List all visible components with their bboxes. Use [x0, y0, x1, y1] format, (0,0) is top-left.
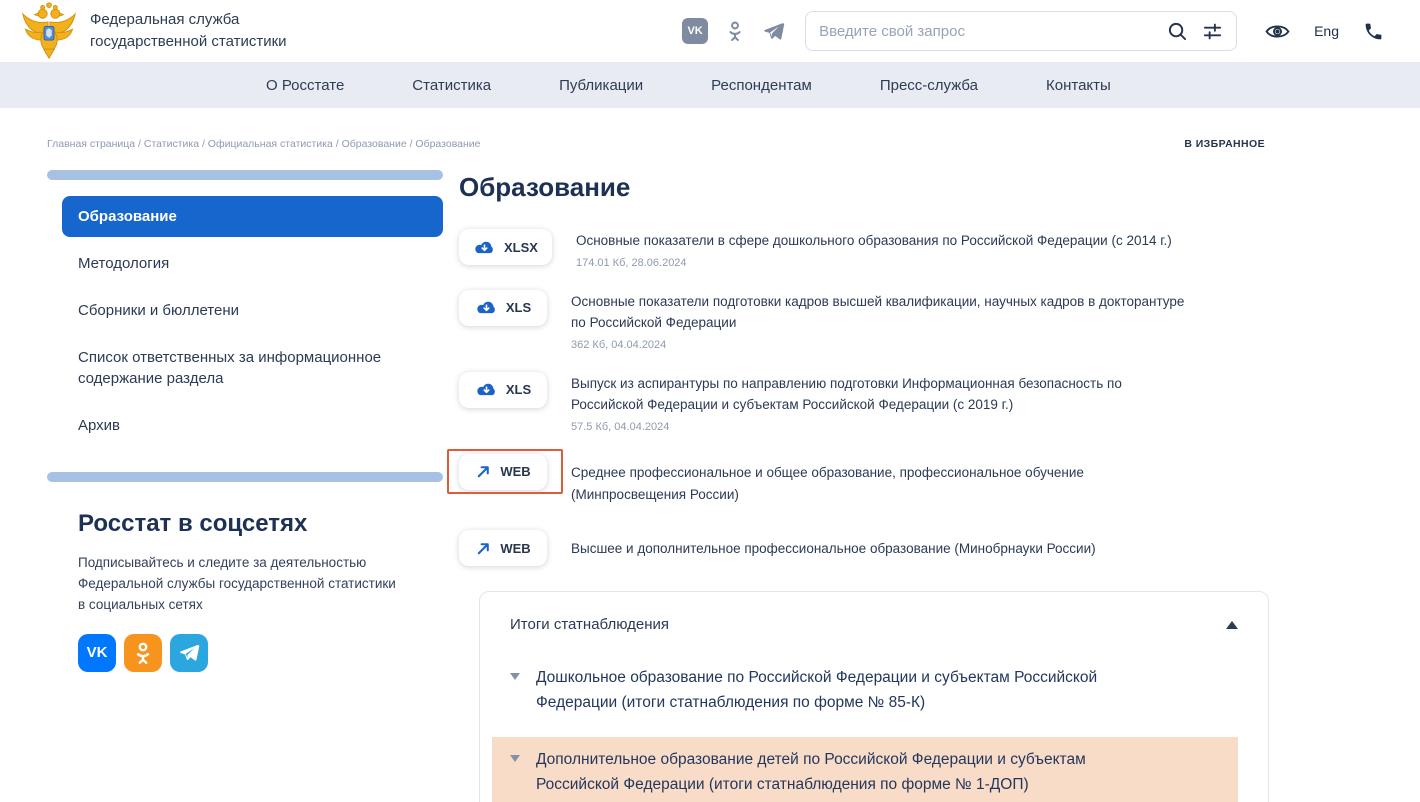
header: Федеральная служба государственной стати… — [0, 0, 1420, 62]
download-cloud-icon — [475, 299, 498, 316]
file-title-link[interactable]: Основные показатели в сфере дошкольного … — [576, 230, 1172, 252]
odnoklassniki-icon[interactable] — [724, 20, 746, 42]
file-row: WEB Среднее профессиональное и общее обр… — [459, 454, 1271, 505]
accordion-item-highlighted[interactable]: Дополнительное образование детей по Росс… — [492, 737, 1238, 802]
odnoklassniki-social-tile[interactable] — [124, 634, 162, 672]
file-meta: 57.5 Кб, 04.04.2024 — [571, 421, 1193, 433]
nav-item-about[interactable]: О Росстате — [266, 77, 344, 94]
web-link-button[interactable]: WEB — [459, 454, 547, 490]
download-xlsx-button[interactable]: XLSX — [459, 229, 552, 265]
site-title-line2: государственной статистики — [90, 31, 287, 54]
sidebar-menu: Образование Методология Сборники и бюлле… — [47, 196, 443, 446]
panel-title: Итоги статнаблюдения — [510, 616, 669, 633]
file-row: WEB Высшее и дополнительное профессионал… — [459, 530, 1271, 566]
nav-item-publications[interactable]: Публикации — [559, 77, 643, 94]
sidebar-item-bulletins[interactable]: Сборники и бюллетени — [62, 290, 443, 331]
telegram-social-tile[interactable] — [170, 634, 208, 672]
search-icon[interactable] — [1167, 21, 1188, 42]
file-meta: 362 Кб, 04.04.2024 — [571, 339, 1193, 351]
file-title-link[interactable]: Среднее профессиональное и общее образов… — [571, 462, 1193, 505]
sidebar-second-divider — [47, 472, 443, 482]
site-title-line1: Федеральная служба — [90, 9, 287, 32]
file-list: XLSX Основные показатели в сфере дошколь… — [459, 229, 1271, 566]
main-nav: О Росстате Статистика Публикации Респонд… — [0, 62, 1420, 108]
download-xls-button[interactable]: XLS — [459, 290, 547, 326]
social-tiles: VK — [78, 634, 443, 672]
add-to-favorites-button[interactable]: В ИЗБРАННОЕ — [1184, 138, 1265, 150]
sidebar-item-responsible-list[interactable]: Список ответственных за информационное с… — [62, 337, 443, 399]
nav-item-press[interactable]: Пресс-служба — [880, 77, 978, 94]
file-type-label: XLSX — [504, 240, 538, 255]
web-link-button[interactable]: WEB — [459, 530, 547, 566]
header-social-links: VK — [682, 18, 785, 44]
download-cloud-icon — [475, 381, 498, 398]
social-networks-block: Росстат в соцсетях Подписывайтесь и след… — [47, 472, 443, 672]
file-row: XLSX Основные показатели в сфере дошколь… — [459, 229, 1271, 269]
expand-arrow-icon — [510, 755, 520, 762]
accordion-item-label: Дошкольное образование по Российской Фед… — [536, 665, 1126, 715]
nav-item-respondents[interactable]: Респондентам — [711, 77, 812, 94]
main-content: Образование XLSX Основные показатели в с… — [459, 170, 1271, 802]
accessibility-eye-icon[interactable] — [1265, 23, 1290, 40]
nav-item-contacts[interactable]: Контакты — [1046, 77, 1111, 94]
file-row: XLS Выпуск из аспирантуры по направлению… — [459, 372, 1271, 433]
language-toggle[interactable]: Eng — [1314, 23, 1339, 39]
expand-arrow-icon — [510, 673, 520, 680]
search-input[interactable] — [819, 23, 1167, 40]
file-row: XLS Основные показатели подготовки кадро… — [459, 290, 1271, 351]
sidebar: Образование Методология Сборники и бюлле… — [47, 170, 443, 802]
header-right-tools: Eng — [1265, 21, 1384, 42]
site-title: Федеральная служба государственной стати… — [90, 9, 287, 54]
sidebar-item-archive[interactable]: Архив — [62, 405, 443, 446]
external-arrow-icon — [475, 540, 492, 557]
telegram-icon[interactable] — [762, 20, 785, 43]
file-type-label: WEB — [500, 541, 530, 556]
vk-icon[interactable]: VK — [682, 18, 708, 44]
sidebar-item-education[interactable]: Образование — [62, 196, 443, 237]
statobservation-panel: Итоги статнаблюдения Дошкольное образова… — [479, 591, 1269, 802]
file-title-link[interactable]: Высшее и дополнительное профессиональное… — [571, 538, 1096, 560]
accordion-item-label: Дополнительное образование детей по Росс… — [536, 747, 1126, 797]
rosstat-eagle-logo — [20, 2, 78, 60]
accordion-item[interactable]: Дошкольное образование по Российской Фед… — [510, 665, 1238, 715]
sidebar-top-divider — [47, 170, 443, 180]
vk-social-tile[interactable]: VK — [78, 634, 116, 672]
file-meta: 174.01 Кб, 28.06.2024 — [576, 257, 1172, 269]
social-block-text: Подписывайтесь и следите за деятельность… — [78, 553, 400, 616]
breadcrumb-row: Главная страница / Статистика / Официаль… — [0, 138, 1420, 150]
file-title-link[interactable]: Основные показатели подготовки кадров вы… — [571, 291, 1193, 334]
external-arrow-icon — [475, 463, 492, 480]
filter-sliders-icon[interactable] — [1202, 21, 1223, 42]
download-xls-button[interactable]: XLS — [459, 372, 547, 408]
sidebar-item-methodology[interactable]: Методология — [62, 243, 443, 284]
file-type-label: WEB — [500, 464, 530, 479]
content-layout: Образование Методология Сборники и бюлле… — [0, 170, 1420, 802]
page-title: Образование — [459, 172, 1271, 203]
collapse-arrow-icon — [1226, 621, 1238, 629]
search-box — [805, 11, 1237, 51]
file-type-label: XLS — [506, 300, 531, 315]
phone-icon[interactable] — [1363, 21, 1384, 42]
social-block-title: Росстат в соцсетях — [78, 510, 443, 538]
download-cloud-icon — [473, 239, 496, 256]
breadcrumb[interactable]: Главная страница / Статистика / Официаль… — [47, 138, 481, 150]
nav-item-statistics[interactable]: Статистика — [412, 77, 491, 94]
panel-header[interactable]: Итоги статнаблюдения — [510, 616, 1238, 633]
file-title-link[interactable]: Выпуск из аспирантуры по направлению под… — [571, 373, 1193, 416]
file-type-label: XLS — [506, 382, 531, 397]
